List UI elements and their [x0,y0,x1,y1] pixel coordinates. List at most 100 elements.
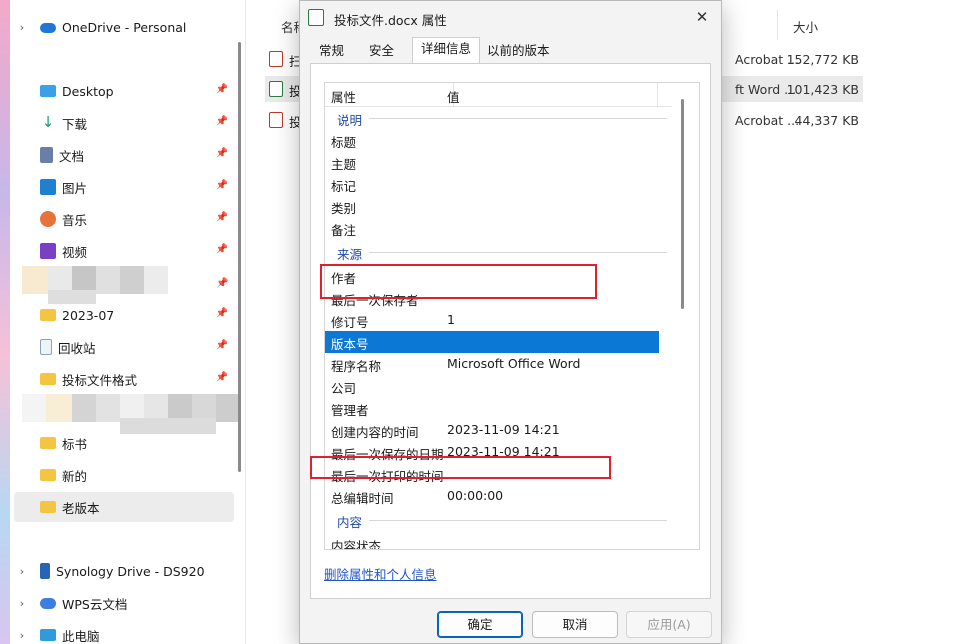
pin-icon: 📌 [215,84,228,95]
property-name: 主题 [331,157,357,172]
pin-icon: 📌 [215,148,228,159]
property-value[interactable]: 1 [447,312,455,327]
property-row[interactable]: 管理者 [325,397,659,419]
sidebar-item-wps-cloud[interactable]: › WPS云文档 [14,588,234,618]
sidebar-item-downloads[interactable]: ↓ 下载 📌 [14,108,234,138]
property-row[interactable]: 类别 [325,195,659,217]
sidebar-item-videos[interactable]: 视频 📌 [14,236,234,266]
property-row[interactable]: 总编辑时间 00:00:00 [325,485,659,507]
pin-icon: 📌 [215,180,228,191]
tab-previous-versions[interactable]: 以前的版本 [478,39,559,63]
sidebar-item-biaoshu[interactable]: 标书 [14,428,234,458]
chevron-right-icon[interactable]: › [14,21,30,34]
property-row[interactable]: 程序名称 Microsoft Office Word [325,353,659,375]
property-row[interactable]: 标记 [325,173,659,195]
property-row-selected[interactable]: 版本号 [325,331,659,353]
pdf-file-icon [269,51,283,67]
sidebar-item-label: 投标文件格式 [62,372,138,388]
list-header: 属性 值 [325,83,672,107]
sidebar-item-label: 视频 [62,244,88,260]
navigation-pane: › OneDrive - Personal Desktop 📌 ↓ 下载 📌 文… [0,0,246,644]
property-row[interactable]: 主题 [325,151,659,173]
sidebar-item-onedrive[interactable]: › OneDrive - Personal [14,12,234,42]
property-row[interactable]: 备注 [325,217,659,239]
sidebar-item-old-version[interactable]: 老版本 [14,492,234,522]
pin-icon: 📌 [215,244,228,255]
document-icon [40,147,53,163]
sidebar-item-recycle-bin[interactable]: 回收站 📌 [14,332,234,362]
tab-security[interactable]: 安全 [360,39,403,63]
sidebar-item-desktop[interactable]: Desktop 📌 [14,76,234,106]
cancel-button[interactable]: 取消 [532,611,618,638]
tab-general[interactable]: 常规 [310,39,353,63]
annotation-box [320,264,597,299]
sidebar-scrollbar[interactable] [238,42,241,472]
sidebar-item-documents[interactable]: 文档 📌 [14,140,234,170]
sidebar-item-bid-format[interactable]: 投标文件格式 📌 [14,364,234,394]
file-type: Acrobat ... [735,113,800,128]
property-value[interactable]: 00:00:00 [447,488,503,503]
chevron-right-icon[interactable]: › [14,597,30,610]
column-header-property[interactable]: 属性 [331,87,356,106]
column-header-size[interactable]: 大小 [793,17,818,36]
tab-details[interactable]: 详细信息 [412,37,481,63]
picture-icon [40,179,56,195]
group-label: 内容 [337,515,363,530]
group-header-origin: 来源 [325,241,667,263]
property-list-scrollbar[interactable] [681,99,684,309]
sidebar-item-synology-drive[interactable]: › Synology Drive - DS920 [14,556,234,586]
folder-icon [40,373,56,385]
property-name: 版本号 [331,337,369,352]
sidebar-item-2023-07[interactable]: 2023-07 📌 [14,300,234,330]
folder-icon [40,437,56,449]
property-row[interactable]: 公司 [325,375,659,397]
property-name: 标题 [331,135,357,150]
column-divider[interactable] [657,83,658,107]
chevron-right-icon[interactable]: › [14,629,30,642]
pin-icon: 📌 [215,116,228,127]
sidebar-item-label: OneDrive - Personal [62,19,187,35]
pin-icon: 📌 [215,212,228,223]
word-file-icon [308,9,324,26]
property-value[interactable]: Microsoft Office Word [447,356,580,371]
synology-drive-icon [40,563,50,579]
sidebar-item-pictures[interactable]: 图片 📌 [14,172,234,202]
pin-icon: 📌 [216,278,229,289]
sidebar-item-label: 新的 [62,468,88,484]
property-value[interactable]: 2023-11-09 14:21 [447,422,560,437]
sidebar-item-label: 文档 [59,148,85,164]
remove-properties-link[interactable]: 删除属性和个人信息 [324,564,437,583]
computer-icon [40,629,56,641]
apply-button[interactable]: 应用(A) [626,611,712,638]
folder-icon [40,501,56,513]
property-row[interactable]: 创建内容的时间 2023-11-09 14:21 [325,419,659,441]
divider [369,520,667,521]
chevron-right-icon[interactable]: › [14,565,30,578]
close-icon[interactable]: ✕ [691,6,713,28]
file-size: 101,423 KB [786,82,859,97]
pdf-file-icon [269,112,283,128]
sidebar-item-music[interactable]: 音乐 📌 [14,204,234,234]
pin-icon: 📌 [215,308,228,319]
desktop-icon [40,85,56,97]
column-header-value[interactable]: 值 [447,87,460,106]
property-name: 备注 [331,223,357,238]
property-list[interactable]: 属性 值 说明 标题 主题 标记 类别 备注 来源 作者 最后一次保存者 修订号… [324,82,700,550]
music-icon [40,211,56,227]
property-name: 总编辑时间 [331,491,394,506]
sidebar-item-new[interactable]: 新的 [14,460,234,490]
sidebar-item-this-pc[interactable]: › 此电脑 [14,620,234,644]
property-name: 类别 [331,201,357,216]
pin-icon: 📌 [215,372,228,383]
ok-button[interactable]: 确定 [437,611,523,638]
annotation-box [310,456,611,479]
divider [369,118,667,119]
property-row[interactable]: 修订号 1 [325,309,659,331]
property-row[interactable]: 标题 [325,129,659,151]
property-row[interactable]: 内容状态 [325,533,659,549]
desktop-wallpaper-strip [0,0,10,644]
column-divider[interactable] [777,10,778,40]
sidebar-item-label: 此电脑 [62,628,100,644]
folder-icon [40,309,56,321]
file-size: 152,772 KB [786,52,859,67]
